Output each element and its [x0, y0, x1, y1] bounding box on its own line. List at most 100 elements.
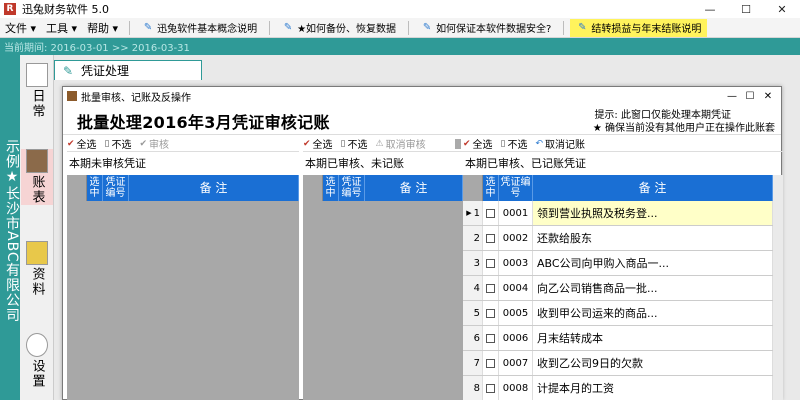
nav-reports[interactable]: 账表 [21, 149, 53, 205]
maximize-button[interactable]: ☐ [728, 0, 764, 18]
row-pointer-icon: ▶ [466, 209, 472, 217]
title-bar: R 迅兔财务软件 5.0 — ☐ ✕ [0, 0, 800, 18]
row-memo: 收到甲公司运来的商品... [533, 301, 773, 325]
col-memo: 备 注 [365, 175, 463, 201]
toolbar-concepts-button[interactable]: ✎ 迅兔软件基本概念说明 [136, 19, 263, 37]
table-row[interactable]: 3 0003 ABC公司向甲购入商品一... [463, 251, 773, 276]
row-code: 0004 [499, 276, 533, 300]
panel3-deselect-button[interactable]: ▯ 不选 [500, 136, 528, 152]
panel3-select-all-button[interactable]: ✔ 全选 [463, 136, 493, 152]
col-memo: 备 注 [129, 175, 299, 201]
dialog-maximize-button[interactable]: ☐ [741, 87, 759, 105]
row-code: 0003 [499, 251, 533, 275]
panel3-vertical-scrollbar[interactable] [773, 175, 783, 400]
panel3-label: 本期已审核、已记账凭证 [465, 157, 586, 170]
row-number: 8 [463, 376, 483, 400]
panel1-audit-button[interactable]: ✔ 审核 [140, 136, 170, 152]
col-select: 选中 [323, 175, 339, 201]
minimize-button[interactable]: — [692, 0, 728, 18]
info-icon: ✎ [283, 22, 293, 33]
audited-posted-panel: ✔ 全选 ▯ 不选 ↶ 取消记账 本期已审核、已记账凭证 选中 凭证编号 备 注 ▶ 1… [463, 136, 783, 400]
panel2-grid: 选中 凭证编号 备 注 [303, 175, 463, 400]
table-row[interactable]: 2 0002 还款给股东 [463, 226, 773, 251]
uncheck-icon: ▯ [500, 138, 506, 149]
menu-help[interactable]: 帮助 ▾ [82, 20, 123, 36]
panel1-select-all-button[interactable]: ✔ 全选 [67, 136, 97, 152]
row-checkbox[interactable] [486, 233, 495, 243]
nav-daily[interactable]: 日常 [21, 63, 53, 119]
panel1-deselect-button[interactable]: ▯ 不选 [105, 136, 132, 152]
dialog-heading: 批量处理2016年3月凭证审核记账 [77, 113, 330, 132]
row-code: 0008 [499, 376, 533, 400]
panel2-toolbar: ✔ 全选 ▯ 不选 ⚠ 取消审核 [303, 136, 463, 152]
row-number: 6 [463, 326, 483, 350]
hint-text-2: ★ 确保当前没有其他用户正在操作此账套 [592, 123, 775, 134]
nav-settings[interactable]: 设置 [21, 333, 53, 389]
row-checkbox-cell [483, 326, 499, 350]
row-checkbox[interactable] [486, 283, 495, 293]
table-row[interactable]: 8 0008 计提本月的工资 [463, 376, 773, 400]
panel2-label: 本期已审核、未记账 [305, 157, 404, 170]
row-number: 4 [463, 276, 483, 300]
panel1-toolbar: ✔ 全选 ▯ 不选 ✔ 审核 [67, 136, 299, 152]
app-logo-icon: R [4, 3, 16, 15]
toolbar-security-button[interactable]: ✎ 如何保证本软件数据安全? [415, 19, 557, 37]
unaudited-panel: ✔ 全选 ▯ 不选 ✔ 审核 本期未审核凭证 选中 凭证编号 备 注 [67, 136, 299, 400]
row-code: 0001 [499, 201, 533, 225]
row-memo: 领到营业执照及税务登... [533, 201, 773, 225]
row-checkbox[interactable] [486, 383, 495, 393]
dialog-minimize-button[interactable]: — [723, 87, 741, 105]
side-nav: 日常 账表 资料 设置 [20, 55, 54, 400]
folder-icon [26, 241, 48, 265]
toolbar-scroll[interactable] [455, 138, 461, 149]
col-memo: 备 注 [533, 175, 773, 201]
row-checkbox[interactable] [486, 308, 495, 318]
dialog-header: 批量处理2016年3月凭证审核记账 提示: 此窗口仅能处理本期凭证 ★ 确保当前… [63, 105, 781, 135]
window-controls: — ☐ ✕ [692, 0, 800, 18]
panel1-grid-header: 选中 凭证编号 备 注 [67, 175, 299, 201]
row-code: 0005 [499, 301, 533, 325]
panel2-cancel-audit-button[interactable]: ⚠ 取消审核 [376, 136, 426, 152]
panel2-deselect-button[interactable]: ▯ 不选 [340, 136, 368, 152]
dialog-title-bar: 批量审核、记账及反操作 — ☐ ✕ [63, 87, 781, 105]
row-checkbox[interactable] [486, 258, 495, 268]
toolbar-closing-button[interactable]: ✎ 结转损益与年末结账说明 [570, 18, 708, 37]
table-row[interactable]: 7 0007 收到乙公司9日的欠款 [463, 351, 773, 376]
row-checkbox[interactable] [486, 333, 495, 343]
row-checkbox[interactable] [486, 208, 495, 218]
edit-icon: ✎ [63, 63, 74, 78]
voucher-processing-tab[interactable]: ✎ 凭证处理 [54, 60, 202, 80]
row-checkbox[interactable] [486, 358, 495, 368]
table-row[interactable]: ▶ 1 0001 领到营业执照及税务登... [463, 201, 773, 226]
table-row[interactable]: 5 0005 收到甲公司运来的商品... [463, 301, 773, 326]
undo-icon: ↶ [535, 138, 544, 149]
toolbar-backup-button[interactable]: ✎ ★如何备份、恢复数据 [276, 19, 402, 37]
panel3-grid: 选中 凭证编号 备 注 ▶ 1 0001 领到营业执照及税务登... 2 0002 还款给股… [463, 175, 783, 400]
info-icon: ✎ [578, 22, 587, 33]
panel2-grid-header: 选中 凭证编号 备 注 [303, 175, 463, 201]
uncheck-icon: ▯ [340, 138, 346, 149]
panel3-cancel-post-button[interactable]: ↶ 取消记账 [535, 136, 586, 152]
panel1-grid: 选中 凭证编号 备 注 [67, 175, 299, 400]
menu-separator [129, 20, 131, 35]
menu-bar: 文件 ▾ 工具 ▾ 帮助 ▾ ✎ 迅兔软件基本概念说明 ✎ ★如何备份、恢复数据… [0, 18, 800, 38]
panel2-select-all-button[interactable]: ✔ 全选 [303, 136, 333, 152]
col-code: 凭证编号 [499, 175, 533, 201]
row-memo: ABC公司向甲购入商品一... [533, 251, 773, 275]
col-code: 凭证编号 [103, 175, 129, 201]
gear-icon [26, 333, 48, 357]
table-row[interactable]: 6 0006 月末结转成本 [463, 326, 773, 351]
dialog-close-button[interactable]: ✕ [759, 87, 777, 105]
row-code: 0002 [499, 226, 533, 250]
menu-file[interactable]: 文件 ▾ [0, 20, 41, 36]
menu-tools[interactable]: 工具 ▾ [41, 20, 82, 36]
row-memo: 月末结转成本 [533, 326, 773, 350]
panel3-grid-header: 选中 凭证编号 备 注 [463, 175, 773, 201]
menu-separator [408, 20, 410, 35]
row-memo: 还款给股东 [533, 226, 773, 250]
window-title: 迅兔财务软件 5.0 [22, 3, 109, 16]
close-button[interactable]: ✕ [764, 0, 800, 18]
row-checkbox-cell [483, 351, 499, 375]
table-row[interactable]: 4 0004 向乙公司销售商品一批... [463, 276, 773, 301]
nav-data[interactable]: 资料 [21, 241, 53, 297]
